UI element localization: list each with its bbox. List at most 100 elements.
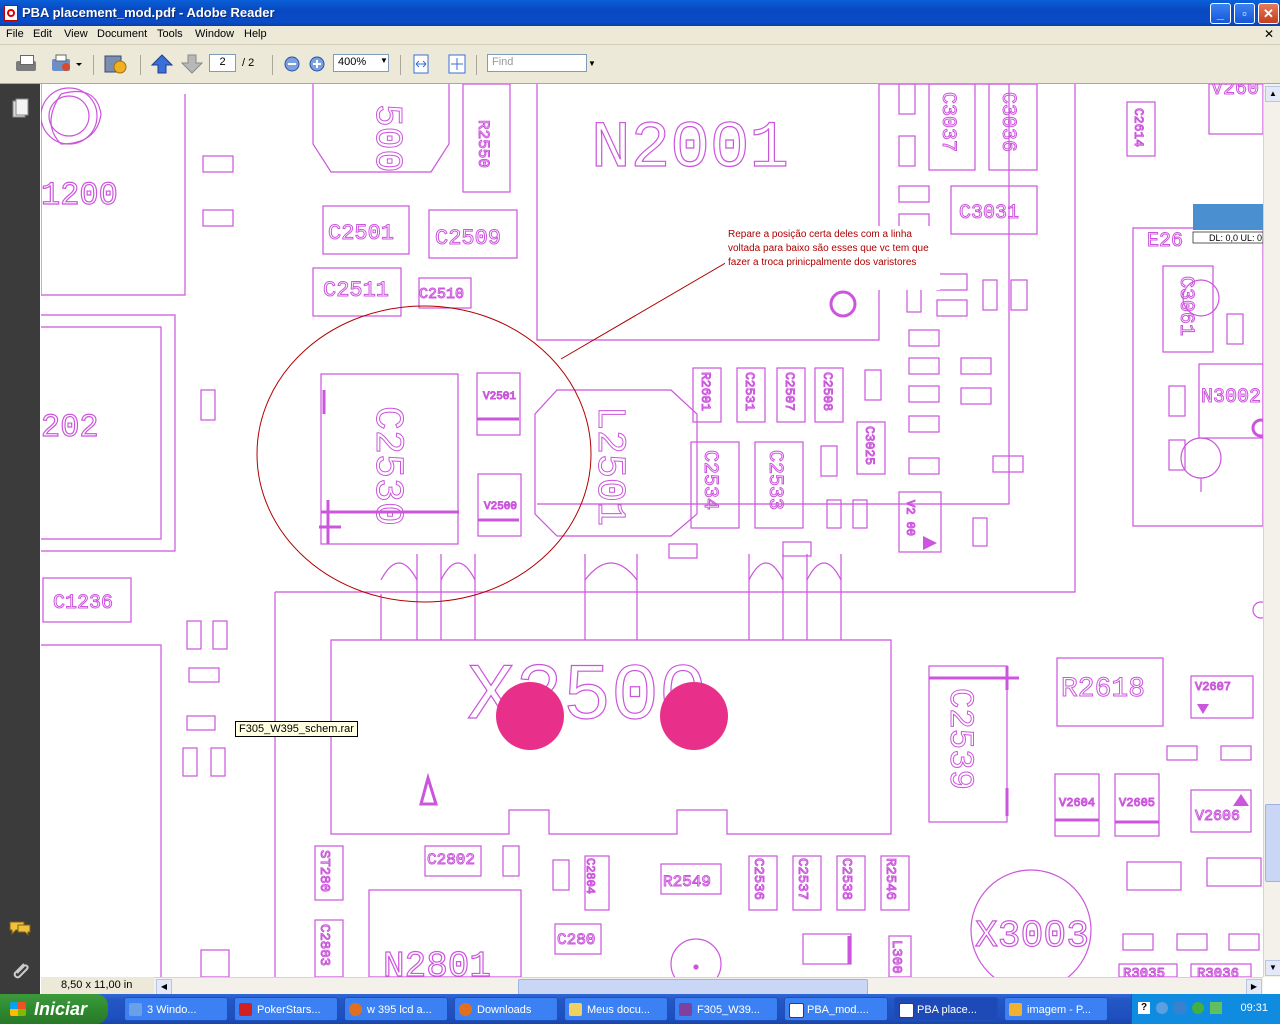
page-number-input[interactable]: 2 [209, 54, 236, 72]
navigation-sidebar [0, 84, 40, 994]
previous-page-icon[interactable] [150, 53, 174, 75]
taskbar-item-paint[interactable]: imagem - P... [1004, 997, 1108, 1021]
label-c1236: C1236 [53, 592, 113, 615]
close-button[interactable]: ✕ [1258, 3, 1279, 24]
label-c2534: C2534 [698, 450, 721, 510]
taskbar-item-winrar[interactable]: F305_W39... [674, 997, 778, 1021]
label-c2531: C2531 [742, 372, 757, 411]
annotation-leader-line [560, 253, 742, 360]
menu-file[interactable]: File [6, 28, 24, 40]
window-title: PBA placement_mod.pdf - Adobe Reader [22, 5, 275, 20]
menu-window[interactable]: Window [195, 28, 234, 40]
taskbar-item-pba-mod[interactable]: PBA_mod.... [784, 997, 888, 1021]
label-r2601: R2601 [698, 372, 713, 411]
taskbar-item-firefox-lcd[interactable]: w 395 lcd a... [344, 997, 448, 1021]
label-v260: V260 [1211, 84, 1259, 101]
menu-document[interactable]: Document [97, 28, 147, 40]
label-e26: E26 [1147, 230, 1183, 253]
label-c2508: C2508 [820, 372, 835, 411]
find-dropdown-icon[interactable]: ▼ [588, 59, 596, 68]
label-x3003: X3003 [975, 915, 1089, 958]
label-1200: 1200 [41, 177, 118, 214]
fit-page-icon[interactable] [446, 53, 468, 75]
label-r3036: R3036 [1197, 966, 1239, 977]
monitor-icon[interactable] [1174, 1002, 1186, 1014]
label-500: 500 [365, 104, 408, 172]
label-v2604: V2604 [1059, 796, 1095, 810]
label-st280: ST280 [316, 850, 332, 892]
sound-icon[interactable] [1210, 1002, 1222, 1014]
vertical-scrollbar[interactable]: ▲ ▼ [1263, 84, 1280, 977]
minimize-button[interactable]: _ [1210, 3, 1231, 24]
title-bar: PBA placement_mod.pdf - Adobe Reader _ ▫… [0, 0, 1280, 26]
label-c2802: C2802 [427, 851, 475, 869]
vertical-scroll-thumb[interactable] [1265, 804, 1280, 882]
label-c2509: C2509 [435, 226, 501, 251]
attachments-panel-icon[interactable] [10, 960, 30, 985]
next-page-icon[interactable] [180, 53, 204, 75]
label-c280: C280 [557, 931, 595, 949]
label-n2801: N2801 [383, 946, 491, 977]
label-v2605: V2605 [1119, 796, 1155, 810]
zoom-out-icon[interactable] [283, 53, 301, 75]
annotation-ellipse[interactable] [256, 305, 592, 603]
label-l2501: L2501 [586, 406, 631, 526]
scroll-up-icon[interactable]: ▲ [1265, 86, 1280, 102]
maximize-button[interactable]: ▫ [1234, 3, 1255, 24]
horizontal-scrollbar[interactable]: ◀ ▶ [154, 977, 1263, 995]
pages-panel-icon[interactable] [10, 98, 30, 123]
solder-pad [496, 682, 564, 750]
label-c2804: C2804 [583, 858, 597, 894]
email-print-icon[interactable] [50, 53, 82, 75]
start-button[interactable]: Iniciar [0, 994, 108, 1024]
scroll-right-icon[interactable]: ▶ [1246, 979, 1262, 995]
scroll-left-icon[interactable]: ◀ [156, 979, 172, 995]
comments-panel-icon[interactable] [8, 918, 32, 941]
menu-help[interactable]: Help [244, 28, 267, 40]
label-n2001: N2001 [591, 111, 789, 186]
label-c3037: C3037 [936, 92, 959, 152]
label-v2500: V2500 [484, 501, 517, 513]
solder-pad [660, 682, 728, 750]
annotation-comment[interactable]: Repare a posição certa deles com a linha… [725, 226, 940, 290]
print-icon[interactable] [14, 53, 38, 75]
menu-view[interactable]: View [64, 28, 88, 40]
zoom-in-icon[interactable] [308, 53, 326, 75]
scroll-down-icon[interactable]: ▼ [1265, 960, 1280, 976]
toolbar: 2 / 2 400% ▼ Find ▼ [0, 45, 1280, 84]
network-icon[interactable] [1156, 1002, 1168, 1014]
page-total: / 2 [242, 57, 255, 69]
pdf-document-view[interactable]: N2001 X2500 X3003 N2801 1200 202 C2501 C… [41, 84, 1263, 977]
document-close-icon[interactable]: ✕ [1264, 27, 1274, 41]
label-c2510: C2510 [419, 286, 464, 303]
label-c3061: C3061 [1174, 276, 1197, 336]
label-c2537: C2537 [794, 858, 810, 900]
taskbar-item-my-documents[interactable]: Meus docu... [564, 997, 668, 1021]
windows-logo-icon [10, 1002, 26, 1016]
find-input[interactable]: Find [487, 54, 587, 72]
fit-width-icon[interactable] [411, 53, 431, 75]
label-c2533: C2533 [763, 450, 786, 510]
help-icon[interactable]: ? [1138, 1002, 1150, 1014]
label-c2538: C2538 [838, 858, 854, 900]
menu-edit[interactable]: Edit [33, 28, 52, 40]
horizontal-scroll-thumb[interactable] [518, 979, 868, 995]
label-c2614: C2614 [1131, 108, 1146, 147]
windows-taskbar: Iniciar 3 Windo... PokerStars... w 395 l… [0, 994, 1280, 1024]
label-r2550: R2550 [474, 120, 492, 168]
taskbar-item-downloads[interactable]: Downloads [454, 997, 558, 1021]
menu-tools[interactable]: Tools [157, 28, 183, 40]
label-202: 202 [41, 409, 99, 446]
floating-widget[interactable] [1193, 204, 1263, 230]
taskbar-item-windows[interactable]: 3 Windo... [124, 997, 228, 1021]
label-v2607: V2607 [1195, 680, 1231, 694]
pcb-placement-drawing: N2001 X2500 X3003 N2801 1200 202 C2501 C… [41, 84, 1263, 977]
taskbar-item-pba-placement[interactable]: PBA place... [894, 997, 998, 1021]
security-icon[interactable] [1192, 1002, 1204, 1014]
system-tray: ? 09:31 [1131, 994, 1280, 1024]
taskbar-item-pokerstars[interactable]: PokerStars... [234, 997, 338, 1021]
partial-transfer-label: DL: 0,0 UL: 0,0 [1209, 233, 1263, 243]
label-v2501: V2501 [483, 391, 516, 403]
zoom-dropdown-icon[interactable]: ▼ [380, 56, 388, 65]
organizer-icon[interactable] [102, 53, 130, 75]
